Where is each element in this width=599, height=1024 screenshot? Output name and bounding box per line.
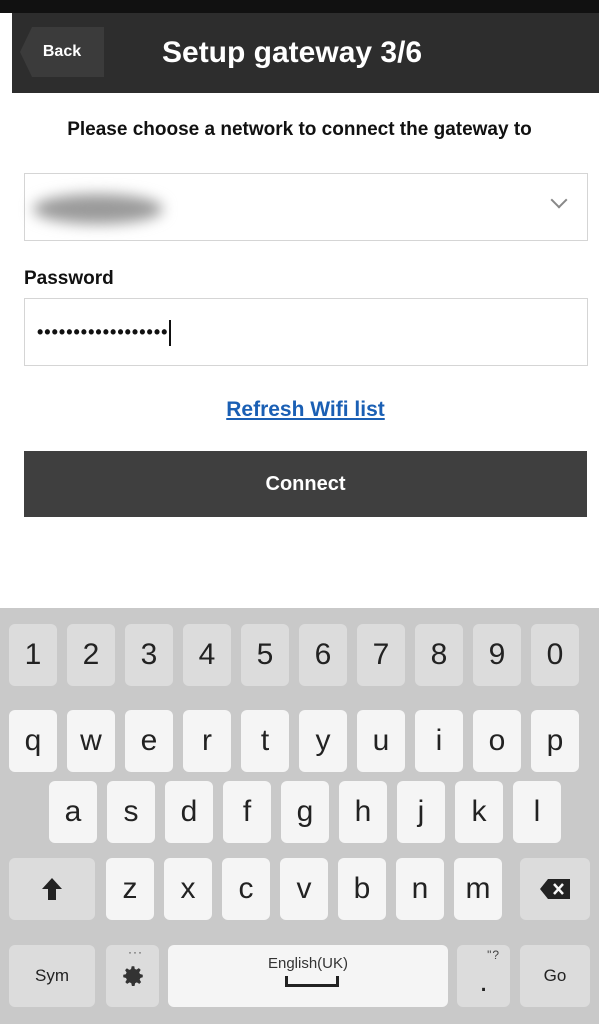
shift-arrow-icon xyxy=(42,878,62,900)
app-header: Back Setup gateway 3/6 xyxy=(12,13,599,93)
key-row1-8[interactable]: o xyxy=(473,710,521,772)
space-key-label: English(UK) xyxy=(267,955,349,972)
key-row2-4[interactable]: g xyxy=(281,781,329,843)
status-bar xyxy=(0,0,599,13)
setup-form: Please choose a network to connect the g… xyxy=(12,93,599,608)
gear-icon xyxy=(122,966,143,986)
key-row2-6[interactable]: j xyxy=(397,781,445,843)
sym-key[interactable]: Sym xyxy=(9,945,95,1007)
space-icon xyxy=(285,976,339,987)
key-row3-2[interactable]: c xyxy=(222,858,270,920)
period-key-label: . xyxy=(479,965,488,998)
key-row1-1[interactable]: w xyxy=(67,710,115,772)
chevron-down-icon xyxy=(550,191,568,209)
password-label: Password xyxy=(24,268,114,289)
key-row2-5[interactable]: h xyxy=(339,781,387,843)
key-numbers-8[interactable]: 9 xyxy=(473,624,521,686)
text-cursor xyxy=(169,320,172,346)
key-row2-0[interactable]: a xyxy=(49,781,97,843)
key-row1-2[interactable]: e xyxy=(125,710,173,772)
password-masked-value: •••••••••••••••••• xyxy=(37,320,172,346)
key-row1-9[interactable]: p xyxy=(531,710,579,772)
key-numbers-7[interactable]: 8 xyxy=(415,624,463,686)
settings-key[interactable]: ··· xyxy=(106,945,159,1007)
key-row3-5[interactable]: n xyxy=(396,858,444,920)
key-numbers-0[interactable]: 1 xyxy=(9,624,57,686)
key-numbers-9[interactable]: 0 xyxy=(531,624,579,686)
key-row1-5[interactable]: y xyxy=(299,710,347,772)
key-row3-0[interactable]: z xyxy=(106,858,154,920)
key-row3-3[interactable]: v xyxy=(280,858,328,920)
password-field[interactable]: •••••••••••••••••• xyxy=(24,298,588,366)
key-row3-1[interactable]: x xyxy=(164,858,212,920)
key-row1-3[interactable]: r xyxy=(183,710,231,772)
space-key[interactable]: English(UK) xyxy=(168,945,448,1007)
key-row2-7[interactable]: k xyxy=(455,781,503,843)
shift-key[interactable] xyxy=(9,858,95,920)
connect-button[interactable]: Connect xyxy=(24,451,587,517)
go-key[interactable]: Go xyxy=(520,945,590,1007)
blurred-network-name xyxy=(33,194,163,224)
key-row3-6[interactable]: m xyxy=(454,858,502,920)
refresh-wifi-link[interactable]: Refresh Wifi list xyxy=(12,398,599,422)
key-numbers-2[interactable]: 3 xyxy=(125,624,173,686)
key-row2-1[interactable]: s xyxy=(107,781,155,843)
back-button[interactable]: Back xyxy=(20,27,104,77)
settings-key-hint: ··· xyxy=(128,945,143,959)
key-numbers-3[interactable]: 4 xyxy=(183,624,231,686)
key-numbers-6[interactable]: 7 xyxy=(357,624,405,686)
network-prompt: Please choose a network to connect the g… xyxy=(67,119,532,140)
key-row3-4[interactable]: b xyxy=(338,858,386,920)
period-key[interactable]: "? . xyxy=(457,945,510,1007)
key-row2-8[interactable]: l xyxy=(513,781,561,843)
backspace-key[interactable] xyxy=(520,858,590,920)
key-numbers-5[interactable]: 6 xyxy=(299,624,347,686)
key-row1-4[interactable]: t xyxy=(241,710,289,772)
network-select[interactable] xyxy=(24,173,588,241)
key-row2-3[interactable]: f xyxy=(223,781,271,843)
key-row1-7[interactable]: i xyxy=(415,710,463,772)
on-screen-keyboard: Sym ··· English(UK) "? . Go 1234567890 qw… xyxy=(0,608,599,1024)
key-numbers-1[interactable]: 2 xyxy=(67,624,115,686)
key-row1-6[interactable]: u xyxy=(357,710,405,772)
key-numbers-4[interactable]: 5 xyxy=(241,624,289,686)
page-title: Setup gateway 3/6 xyxy=(162,36,423,69)
key-row2-2[interactable]: d xyxy=(165,781,213,843)
key-row1-0[interactable]: q xyxy=(9,710,57,772)
backspace-icon xyxy=(540,879,570,899)
period-key-hint: "? xyxy=(487,948,500,962)
